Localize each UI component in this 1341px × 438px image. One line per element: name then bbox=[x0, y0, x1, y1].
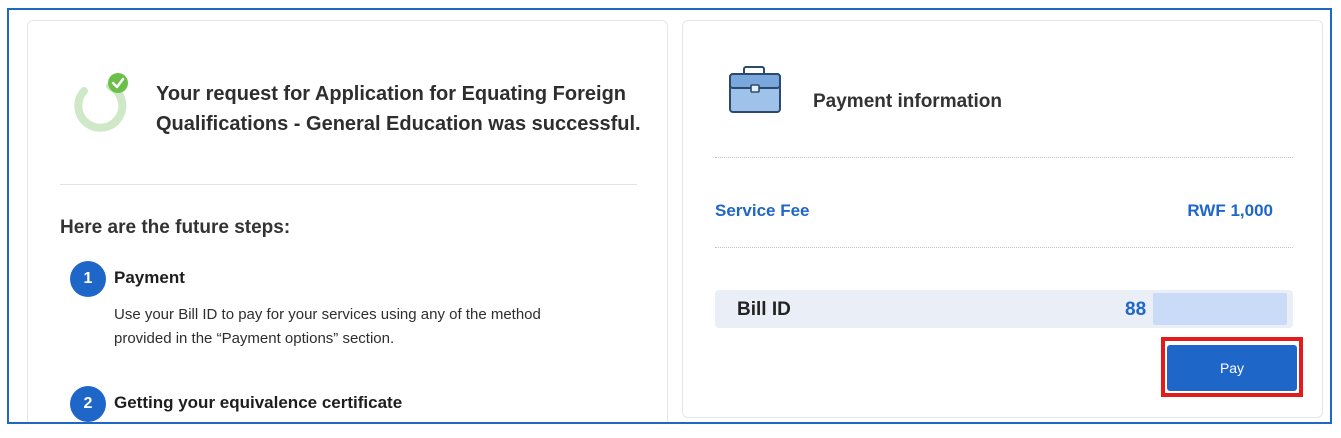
service-fee-value: RWF 1,000 bbox=[1187, 201, 1273, 220]
bill-id-row: Bill ID 88 bbox=[715, 290, 1293, 328]
step-1-description: Use your Bill ID to pay for your service… bbox=[114, 303, 634, 351]
success-card: Your request for Application for Equatin… bbox=[27, 20, 668, 422]
success-message-line-1: Your request for Application for Equatin… bbox=[156, 83, 626, 105]
step-1-number: 1 bbox=[70, 261, 106, 297]
payment-info-title: Payment information bbox=[813, 91, 1002, 112]
divider bbox=[715, 157, 1293, 158]
pay-button[interactable]: Pay bbox=[1167, 345, 1297, 391]
bill-id-value[interactable]: 88 bbox=[1125, 299, 1153, 321]
success-message-line-2: Qualifications - General Education was s… bbox=[156, 113, 641, 135]
divider bbox=[60, 184, 637, 185]
success-message: Your request for Application for Equatin… bbox=[156, 79, 656, 139]
step-1-description-line-1: Use your Bill ID to pay for your service… bbox=[114, 306, 541, 323]
divider bbox=[715, 247, 1293, 248]
step-2-number: 2 bbox=[70, 386, 106, 422]
steps-heading: Here are the future steps: bbox=[60, 217, 291, 238]
step-1-title: Payment bbox=[114, 268, 185, 287]
success-check-icon bbox=[70, 73, 130, 133]
bill-id-redaction bbox=[1153, 293, 1287, 325]
bill-id-label: Bill ID bbox=[737, 299, 791, 320]
briefcase-icon bbox=[727, 65, 785, 115]
step-1-description-line-2: provided in the “Payment options” sectio… bbox=[114, 330, 395, 347]
step-2-title: Getting your equivalence certificate bbox=[114, 393, 403, 412]
payment-card: Payment information Service Fee RWF 1,00… bbox=[682, 20, 1323, 418]
screen-frame: Your request for Application for Equatin… bbox=[7, 8, 1332, 424]
service-fee-label: Service Fee bbox=[715, 201, 810, 220]
